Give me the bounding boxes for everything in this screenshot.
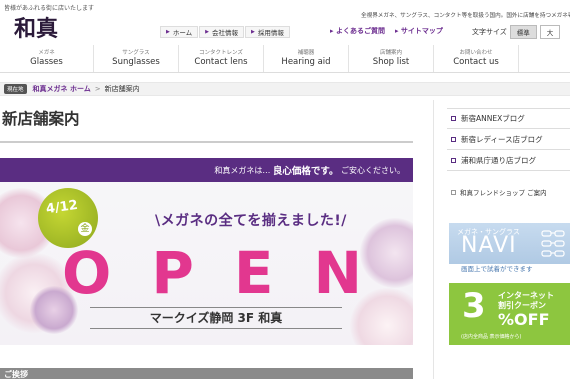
navi-banner[interactable]: メガネ・サングラス NAVI 画面上で試着ができます [449,223,570,275]
utility-links: ▸ よくあるご質問 ▸ サイトマップ [330,26,443,36]
gnav-en-label: Sunglasses [112,57,160,67]
coupon-note: (店内全商品 表示価格から) [461,334,522,340]
font-size-label: 文字サイズ [472,28,507,36]
top-link-recruit[interactable]: ▶ 採用情報 [245,26,290,38]
gnav-en-label: Glasses [30,57,63,67]
banner-catchphrase: \メガネの全てを揃えました!/ [155,213,347,229]
banner-header: 和真メガネは… 良心価格です。 ご安心ください。 [0,158,413,182]
gnav-en-label: Shop list [372,57,410,67]
arrow-right-icon: ▸ [394,27,399,35]
square-icon [451,157,456,163]
font-size-standard-button[interactable]: 標準 [509,25,537,39]
gnav-contact-lens[interactable]: コンタクトレンズ Contact lens [179,45,264,72]
square-icon [451,136,456,142]
square-icon [451,116,456,121]
section-heading: ご挨拶 [0,368,413,379]
friend-shop-label: 和真フレンドショップ ご案内 [460,189,547,197]
tagline: 皆様があふれる街に店いたします [4,5,95,12]
top-link-label: 採用情報 [257,29,284,37]
opening-weekday: 金 [78,222,92,236]
friend-shop-link[interactable]: 和真フレンドショップ ご案内 [447,184,570,200]
gnav-hearing-aid[interactable]: 補聴器 Hearing aid [264,45,349,72]
sitemap-link[interactable]: ▸ サイトマップ [395,26,443,36]
gnav-en-label: Hearing aid [281,57,331,67]
gnav-sunglasses[interactable]: サングラス Sunglasses [94,45,179,72]
faq-label: よくあるご質問 [335,27,385,35]
coupon-number: 3 [462,286,486,326]
top-link-label: 会社情報 [212,29,239,37]
gnav-glasses[interactable]: メガネ Glasses [0,45,94,72]
open-letter: O [62,239,112,307]
coupon-banner[interactable]: 3 インターネット 割引クーポン %OFF (店内全商品 表示価格から) [449,283,570,345]
logo-text: 和真 [14,16,58,40]
flower-decoration-icon [360,218,413,288]
open-letter: N [313,239,362,307]
gnav-jp-label: サングラス [122,50,150,56]
site-description: 全視界メガネ、サングラス、コンタクト等を取扱う国内。国外に店舗を持つメガネ専門店 [361,13,570,19]
sidebar-item-urawa[interactable]: 浦和県庁通り店ブログ [447,150,570,171]
sidebar-item-shinjuku-annex[interactable]: 新宿ANNEXブログ [447,108,570,129]
breadcrumb: 現在地 和真メガネ ホーム > 新店舗案内 [0,82,570,96]
global-nav: メガネ Glasses サングラス Sunglasses コンタクトレンズ Conta… [0,45,570,73]
sidebar-item-label: 浦和県庁通り店ブログ [461,155,536,165]
banner-lead: 和真メガネは… [214,165,271,175]
square-icon [451,189,456,195]
sitemap-label: サイトマップ [400,27,443,35]
gnav-contact-us[interactable]: お問い合わせ Contact us [434,45,519,72]
gnav-jp-label: メガネ [38,50,55,56]
top-link-label: ホーム [172,29,193,37]
font-size-large-button[interactable]: 大 [539,25,561,39]
gnav-shop-list[interactable]: 店舗案内 Shop list [349,45,434,72]
breadcrumb-current: 新店舗案内 [104,85,140,93]
gnav-en-label: Contact lens [194,57,248,67]
title-divider [0,141,413,143]
banner-header-text: 和真メガネは… 良心価格です。 ご安心ください。 [214,158,405,182]
breadcrumb-separator: > [94,85,101,93]
sidebar-item-shinjuku-ladies[interactable]: 新宿レディース店ブログ [447,129,570,150]
faq-link[interactable]: ▸ よくあるご質問 [330,26,385,36]
sidebar-item-label: 新宿ANNEXブログ [461,114,525,123]
top-link-company[interactable]: ▶ 会社情報 [199,26,245,38]
open-heading: O P E N [62,244,362,302]
opening-banner: 和真メガネは… 良心価格です。 ご安心ください。 4/12 金 \メガネの全てを… [0,158,413,345]
top-link-home[interactable]: ▶ ホーム [160,26,199,38]
arrow-right-icon: ▸ [330,27,334,35]
opening-date: 4/12 [45,197,79,218]
sidebar-item-label: 新宿レディース店ブログ [461,134,543,144]
banner-bold: 良心価格です。 [272,166,339,177]
gnav-en-label: Contact us [453,57,499,67]
navi-caption: 画面上で試着ができます [449,264,570,275]
gnav-jp-label: お問い合わせ [459,50,493,56]
open-letter: P [151,239,194,307]
glasses-icon [541,230,565,257]
page-title: 新店舗案内 [2,110,80,128]
store-location: マークイズ静岡 3F 和真 [90,307,342,329]
arrow-right-icon: ▶ [205,29,210,35]
font-size-switcher: 文字サイズ 標準 大 [472,25,561,39]
logo[interactable]: 和真 [12,14,74,40]
gnav-jp-label: 店舗案内 [379,50,402,56]
navi-title: NAVI [461,233,517,258]
banner-tail: ご安心ください。 [341,165,405,175]
sidebar: 新宿ANNEXブログ 新宿レディース店ブログ 浦和県庁通り店ブログ 和真フレンド… [447,108,570,200]
top-links: ▶ ホーム ▶ 会社情報 ▶ 採用情報 [160,26,291,38]
sidebar-divider [433,100,434,379]
arrow-right-icon: ▶ [251,29,255,35]
coupon-off: %OFF [498,310,550,329]
breadcrumb-home-link[interactable]: 和真メガネ ホーム [33,84,91,94]
gnav-jp-label: コンタクトレンズ [199,50,243,56]
gnav-jp-label: 補聴器 [297,50,315,56]
open-letter: E [233,239,274,307]
breadcrumb-here-badge: 現在地 [4,84,27,94]
arrow-right-icon: ▶ [166,29,170,35]
